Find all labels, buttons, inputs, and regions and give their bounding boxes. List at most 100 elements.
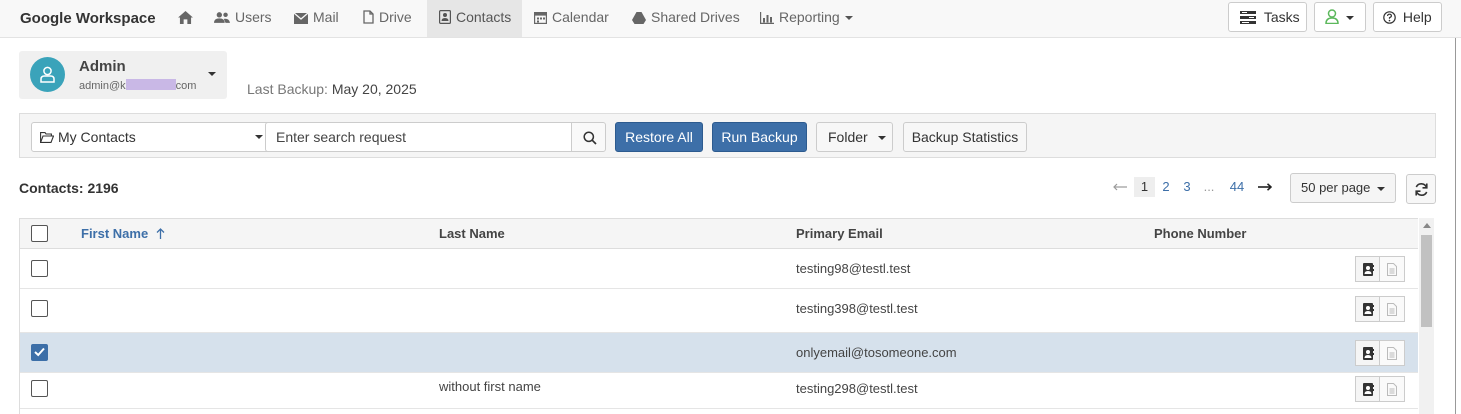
account-selector[interactable]: Admin admin@k com [19, 51, 227, 99]
document-icon [1387, 347, 1397, 360]
account-email-suffix: com [175, 80, 197, 92]
table-row[interactable]: testing398@testl.test [20, 289, 1418, 333]
nav-reporting-label: Reporting [779, 9, 840, 25]
help-label: Help [1402, 9, 1432, 25]
avatar [30, 57, 65, 92]
row-checkbox[interactable] [31, 260, 48, 277]
contacts-count: Contacts: 2196 [19, 180, 119, 196]
export-contact-button[interactable] [1380, 256, 1405, 282]
user-icon [1325, 9, 1339, 25]
scrollbar-thumb[interactable] [1421, 235, 1432, 327]
view-contact-button[interactable] [1355, 340, 1380, 366]
column-last-name[interactable]: Last Name [439, 226, 505, 241]
row-checkbox[interactable] [31, 344, 48, 361]
table-row[interactable]: testing98@testl.test [20, 249, 1418, 289]
export-contact-button[interactable] [1380, 296, 1405, 322]
calendar-icon [534, 12, 548, 25]
run-backup-button[interactable]: Run Backup [712, 122, 807, 152]
folder-select[interactable]: My Contacts [31, 122, 274, 152]
last-backup: Last Backup: May 20, 2025 [247, 81, 417, 97]
question-circle-icon [1383, 11, 1396, 24]
search-button[interactable] [571, 122, 606, 152]
arrow-right-icon [1258, 183, 1273, 191]
row-actions [1355, 376, 1405, 402]
view-contact-button[interactable] [1355, 376, 1380, 402]
cell-email: testing98@testl.test [796, 261, 911, 276]
per-page-select[interactable]: 50 per page [1290, 173, 1396, 203]
page-ellipsis: ... [1203, 179, 1215, 194]
table-row-selected[interactable]: onlyemail@tosomeone.com [20, 333, 1418, 373]
nav-calendar-label: Calendar [552, 9, 609, 25]
help-button[interactable]: Help [1373, 2, 1442, 32]
nav-contacts-label: Contacts [456, 9, 512, 25]
account-email: admin@k com [79, 79, 196, 92]
restore-all-button[interactable]: Restore All [615, 122, 703, 152]
backup-statistics-button[interactable]: Backup Statistics [903, 122, 1027, 152]
nav-calendar[interactable]: Calendar [534, 0, 609, 37]
cell-email: testing398@testl.test [796, 301, 918, 316]
folder-button[interactable]: Folder [816, 122, 893, 152]
cell-email: testing298@testl.test [796, 381, 918, 396]
table-scrollbar[interactable] [1419, 218, 1434, 414]
toolbar: My Contacts Restore All Run Backup Folde… [19, 113, 1436, 158]
nav-shared-drives[interactable]: Shared Drives [632, 0, 740, 37]
nav-home[interactable] [170, 0, 200, 37]
page-2[interactable]: 2 [1157, 177, 1175, 197]
last-backup-label: Last Backup: [247, 81, 328, 97]
users-icon [214, 12, 230, 23]
brand-title[interactable]: Google Workspace [20, 0, 156, 37]
export-contact-button[interactable] [1380, 340, 1405, 366]
per-page-value: 50 per page [1301, 180, 1371, 195]
view-contact-button[interactable] [1355, 296, 1380, 322]
folder-open-icon [39, 132, 55, 143]
prev-page-button[interactable] [1110, 177, 1130, 197]
contacts-table: First Name Last Name Primary Email Phone… [19, 218, 1418, 414]
search-icon [583, 131, 597, 145]
folder-select-value: My Contacts [58, 129, 136, 145]
cell-email: onlyemail@tosomeone.com [796, 345, 957, 360]
column-primary-email[interactable]: Primary Email [796, 226, 883, 241]
account-email-prefix: admin@ [79, 80, 121, 92]
table-row[interactable]: without first name testing298@testl.test [20, 373, 1418, 409]
page-3[interactable]: 3 [1178, 177, 1196, 197]
nav-contacts[interactable]: Contacts [427, 0, 522, 37]
refresh-button[interactable] [1406, 174, 1436, 204]
refresh-icon [1415, 183, 1428, 196]
nav-users[interactable]: Users [214, 0, 272, 37]
page-1[interactable]: 1 [1134, 177, 1155, 197]
row-checkbox[interactable] [31, 380, 48, 397]
row-checkbox[interactable] [31, 300, 48, 317]
contact-card-icon [1363, 263, 1374, 276]
view-contact-button[interactable] [1355, 256, 1380, 282]
document-icon [1387, 383, 1397, 396]
arrow-left-icon [1113, 183, 1127, 191]
export-contact-button[interactable] [1380, 376, 1405, 402]
bar-chart-icon [760, 12, 774, 24]
column-first-name-label: First Name [81, 226, 149, 241]
table-header: First Name Last Name Primary Email Phone… [20, 219, 1418, 249]
contact-card-icon [439, 10, 452, 25]
account-name: Admin [79, 58, 126, 75]
nav-users-label: Users [235, 9, 272, 25]
page-44[interactable]: 44 [1224, 177, 1250, 197]
next-page-button[interactable] [1255, 177, 1275, 197]
contact-card-icon [1363, 383, 1374, 396]
nav-mail[interactable]: Mail [293, 0, 339, 37]
tasks-button[interactable]: Tasks [1228, 2, 1307, 32]
select-all-checkbox[interactable] [31, 225, 48, 242]
row-actions [1355, 296, 1405, 322]
divider [1455, 38, 1456, 414]
file-icon [363, 10, 374, 24]
column-phone-number[interactable]: Phone Number [1154, 226, 1246, 241]
row-actions [1355, 340, 1405, 366]
nav-drive[interactable]: Drive [363, 0, 412, 37]
search-input[interactable] [265, 122, 572, 152]
last-backup-value: May 20, 2025 [331, 81, 417, 97]
scroll-up-arrow-icon[interactable] [1423, 223, 1431, 228]
user-status-dropdown[interactable] [1314, 2, 1366, 32]
sort-ascending-icon [156, 228, 165, 239]
column-first-name[interactable]: First Name [81, 226, 165, 241]
nav-reporting[interactable]: Reporting [760, 0, 853, 37]
cell-last-name: without first name [439, 379, 541, 394]
chevron-down-icon [844, 16, 853, 20]
